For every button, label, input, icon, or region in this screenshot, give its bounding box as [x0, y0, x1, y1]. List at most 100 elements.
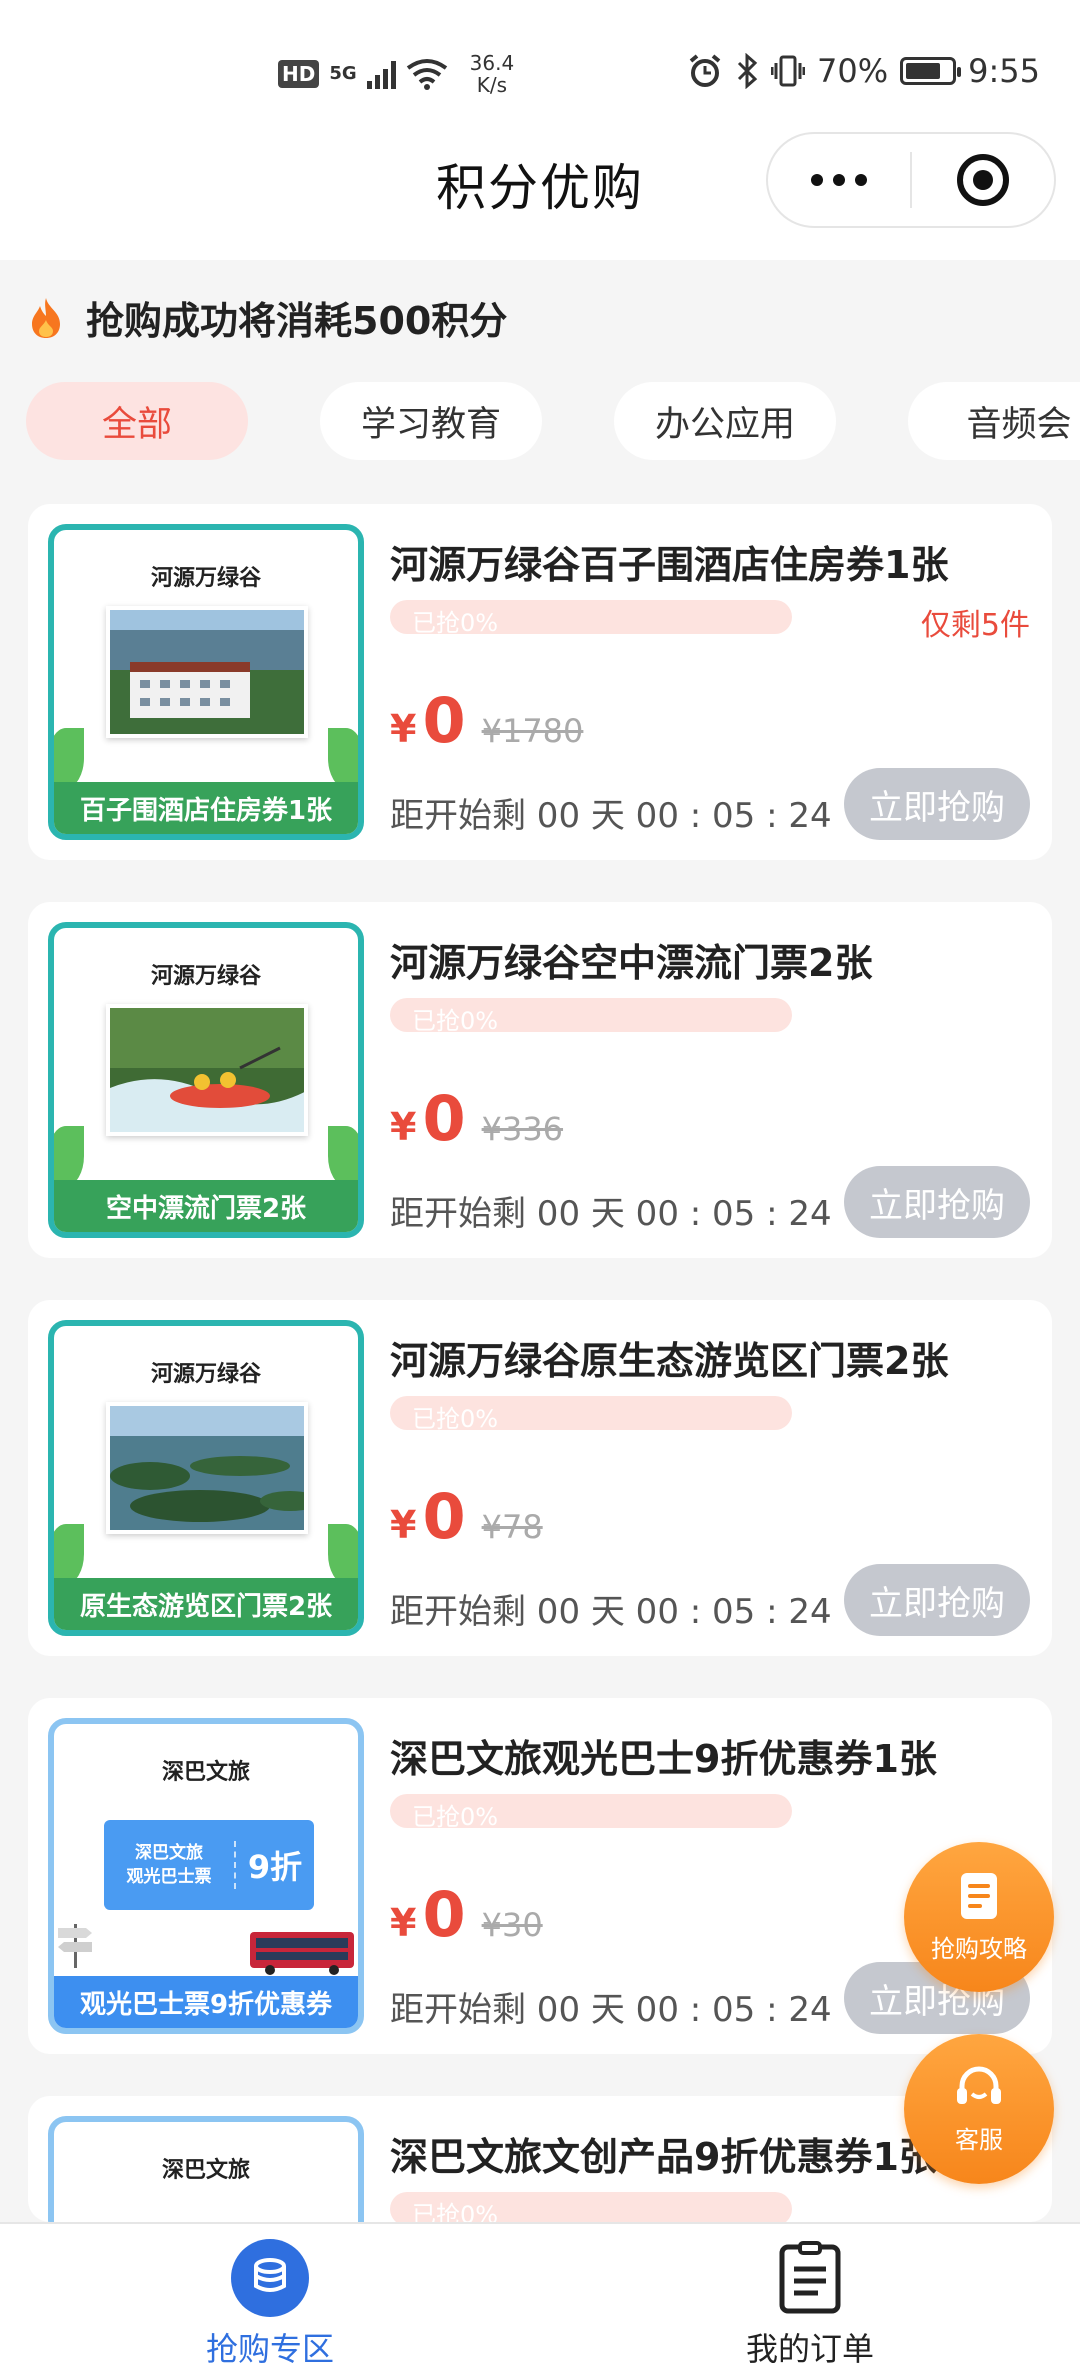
tab-audio[interactable]: 音频会: [908, 382, 1080, 460]
network-type: 5G: [329, 63, 357, 84]
buy-now-button[interactable]: 立即抢购: [844, 1166, 1030, 1238]
notice-text: 抢购成功将消耗500积分: [86, 299, 508, 343]
currency-symbol: ¥: [390, 1105, 417, 1149]
status-left: HD 5G 36.4 K/s: [278, 52, 514, 96]
hotel-photo: [106, 606, 308, 738]
ticket-line2: 观光巴士票: [126, 1867, 212, 1887]
countdown: 距开始剩 00 天 00 : 05 : 24: [390, 1592, 832, 1632]
progress-text: 已抢0%: [412, 1405, 499, 1430]
countdown: 距开始剩 00 天 00 : 05 : 24: [390, 1990, 832, 2030]
ticket-text: 深巴文旅 观光巴士票: [104, 1841, 236, 1889]
order-list-icon: [779, 2241, 841, 2314]
title-bar: 积分优购: [0, 120, 1080, 260]
category-tabs: 全部 学习教育 办公应用 音频会: [26, 382, 1080, 462]
price-row: ¥ 0 ¥78: [390, 1480, 543, 1553]
progress-text: 已抢0%: [412, 2201, 499, 2222]
fire-icon: [32, 297, 60, 338]
leaf-decoration: [328, 1126, 358, 1186]
thumb-brand: 深巴文旅: [161, 1760, 250, 1785]
headset-icon: [957, 2066, 1001, 2104]
buy-now-button[interactable]: 立即抢购: [844, 768, 1030, 840]
speed-unit: K/s: [476, 73, 508, 97]
thumb-brand: 河源万绿谷: [150, 964, 261, 989]
product-title: 河源万绿谷百子围酒店住房券1张: [390, 543, 949, 587]
countdown: 距开始剩 00 天 00 : 05 : 24: [390, 796, 832, 836]
sale-price: 0: [422, 684, 466, 757]
product-thumbnail: 深巴文旅: [48, 2116, 364, 2222]
wifi-icon: [406, 59, 447, 90]
battery-icon: [900, 57, 962, 85]
purchase-guide-button[interactable]: 抢购攻略: [904, 1842, 1054, 1992]
network-speed: 36.4 K/s: [470, 52, 515, 96]
alarm-icon: [689, 54, 721, 87]
sale-price: 0: [422, 1480, 466, 1553]
sales-progress: 已抢0%: [390, 1794, 792, 1828]
bottom-navigation: 抢购专区 我的订单: [0, 2222, 1080, 2376]
leaf-decoration: [54, 1524, 84, 1584]
more-icon[interactable]: [768, 174, 910, 186]
sales-progress: 已抢0%: [390, 2192, 792, 2222]
product-card[interactable]: 河源万绿谷 空中漂流门票2张 河源万绿谷空中漂流门票2张 已抢0% ¥ 0 ¥3…: [28, 902, 1052, 1258]
sales-progress: 已抢0%: [390, 998, 792, 1032]
signal-icon: [366, 59, 396, 89]
price-row: ¥ 0 ¥336: [390, 1082, 563, 1155]
original-price: ¥336: [481, 1110, 564, 1148]
signpost-icon: [58, 1924, 92, 1968]
guide-label: 抢购攻略: [931, 1934, 1027, 1963]
thumb-caption: 观光巴士票9折优惠券: [54, 1976, 358, 2028]
ticket-discount: 9折: [247, 1848, 303, 1886]
tab-all[interactable]: 全部: [26, 382, 248, 460]
currency-symbol: ¥: [390, 1503, 417, 1547]
thumb-brand: 深巴文旅: [161, 2158, 250, 2183]
clock: 9:55: [968, 52, 1040, 90]
bus-icon: [250, 1932, 354, 1975]
progress-text: 已抢0%: [412, 609, 499, 634]
product-card[interactable]: 深巴文旅 深巴文旅文创产品9折优惠券1张 已抢0%: [28, 2096, 1052, 2222]
sale-price: 0: [422, 1082, 466, 1155]
bluetooth-icon: [737, 53, 758, 89]
product-card[interactable]: 河源万绿谷 原生态游览区门票2张 河源万绿谷原生态游览区门票2张 已抢0% ¥ …: [28, 1300, 1052, 1656]
coins-icon: [231, 2239, 309, 2317]
thumb-caption: 原生态游览区门票2张: [54, 1578, 358, 1630]
nav-icon: [230, 2238, 310, 2318]
buy-now-button[interactable]: 立即抢购: [844, 1564, 1030, 1636]
lake-photo: [106, 1402, 308, 1534]
nav-my-orders[interactable]: 我的订单: [660, 2238, 960, 2370]
document-icon: [961, 1872, 997, 1919]
original-price: ¥78: [481, 1508, 543, 1546]
close-miniprogram-button[interactable]: [912, 154, 1054, 206]
nav-icon: [770, 2238, 850, 2318]
leaf-decoration: [328, 1524, 358, 1584]
product-title: 深巴文旅观光巴士9折优惠券1张: [390, 1737, 937, 1781]
countdown: 距开始剩 00 天 00 : 05 : 24: [390, 1194, 832, 1234]
speed-value: 36.4: [469, 51, 515, 75]
target-icon: [956, 154, 1009, 206]
customer-service-button[interactable]: 客服: [904, 2034, 1054, 2184]
thumb-brand: 河源万绿谷: [150, 1362, 261, 1387]
product-card[interactable]: 深巴文旅 深巴文旅 观光巴士票 9折 观光巴士票9折优惠券 深巴文旅观光巴士9折…: [28, 1698, 1052, 2054]
thumb-caption: 空中漂流门票2张: [54, 1180, 358, 1232]
product-title: 河源万绿谷原生态游览区门票2张: [390, 1339, 949, 1383]
original-price: ¥30: [481, 1906, 543, 1944]
product-thumbnail: 深巴文旅 深巴文旅 观光巴士票 9折 观光巴士票9折优惠券: [48, 1718, 364, 2034]
progress-text: 已抢0%: [412, 1803, 499, 1828]
nav-label: 抢购专区: [205, 2330, 334, 2368]
bus-ticket-graphic: 深巴文旅 观光巴士票 9折: [104, 1820, 314, 1910]
sales-progress: 已抢0%: [390, 1396, 792, 1430]
currency-symbol: ¥: [390, 1901, 417, 1945]
leaf-decoration: [54, 1126, 84, 1186]
stock-remaining: 仅剩5件: [920, 608, 1030, 643]
tab-office[interactable]: 办公应用: [614, 382, 836, 460]
product-title: 河源万绿谷空中漂流门票2张: [390, 941, 873, 985]
product-card[interactable]: 河源万绿谷 百子围酒店住房券1张 河源万绿谷百子围酒店住房券1张 已抢0% 仅剩…: [28, 504, 1052, 860]
status-bar: HD 5G 36.4 K/s 70% 9:55: [0, 0, 1080, 120]
leaf-decoration: [54, 728, 84, 788]
status-right: 70% 9:55: [687, 52, 1040, 90]
tab-education[interactable]: 学习教育: [320, 382, 542, 460]
battery-percent: 70%: [817, 52, 889, 90]
ticket-line1: 深巴文旅: [135, 1843, 203, 1863]
original-price: ¥1780: [481, 712, 584, 750]
rafting-photo: [106, 1004, 308, 1136]
nav-flash-sale[interactable]: 抢购专区: [120, 2238, 420, 2370]
product-thumbnail: 河源万绿谷 空中漂流门票2张: [48, 922, 364, 1238]
